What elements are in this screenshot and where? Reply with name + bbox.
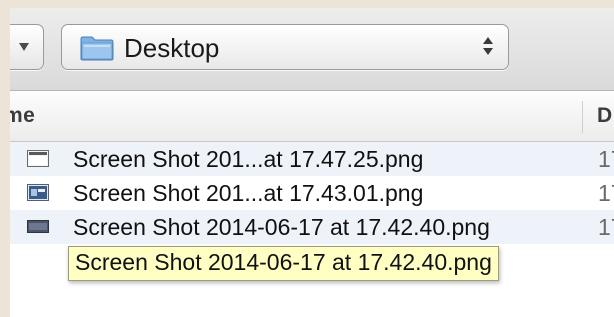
file-name: Screen Shot 2014-06-17 at 17.42.40.png xyxy=(73,214,490,240)
image-file-icon xyxy=(27,150,49,167)
file-name: Screen Shot 201...at 17.43.01.png xyxy=(73,180,424,206)
file-row[interactable]: Screen Shot 2014-06-17 at 17.42.40.png 1… xyxy=(10,210,614,244)
file-name: Screen Shot 201...at 17.47.25.png xyxy=(73,146,424,172)
file-date: 17 xyxy=(598,214,614,240)
name-column-header[interactable]: me xyxy=(10,104,35,128)
column-divider[interactable] xyxy=(582,101,583,133)
file-row[interactable]: Screen Shot 201...at 17.43.01.png 17 xyxy=(10,176,614,210)
filename-tooltip: Screen Shot 2014-06-17 at 17.42.40.png xyxy=(68,246,499,281)
file-date: 17 xyxy=(598,146,614,172)
image-file-icon xyxy=(27,184,49,201)
view-options-button[interactable] xyxy=(10,24,44,70)
toolbar: Desktop xyxy=(10,8,614,91)
file-row[interactable]: Screen Shot 201...at 17.47.25.png 17 xyxy=(10,142,614,176)
up-down-arrows-icon xyxy=(482,37,494,57)
file-list: Screen Shot 201...at 17.47.25.png 17 Scr… xyxy=(10,142,614,244)
image-file-icon xyxy=(27,220,49,233)
file-date: 17 xyxy=(598,180,614,206)
location-dropdown[interactable]: Desktop xyxy=(61,24,509,70)
folder-icon xyxy=(80,36,114,61)
chevron-down-icon xyxy=(19,43,29,51)
location-label: Desktop xyxy=(124,33,220,63)
file-dialog: Desktop me D Screen Shot 201...at 17.47.… xyxy=(10,8,614,317)
column-header: me D xyxy=(10,91,614,142)
date-column-header[interactable]: D xyxy=(597,104,612,128)
